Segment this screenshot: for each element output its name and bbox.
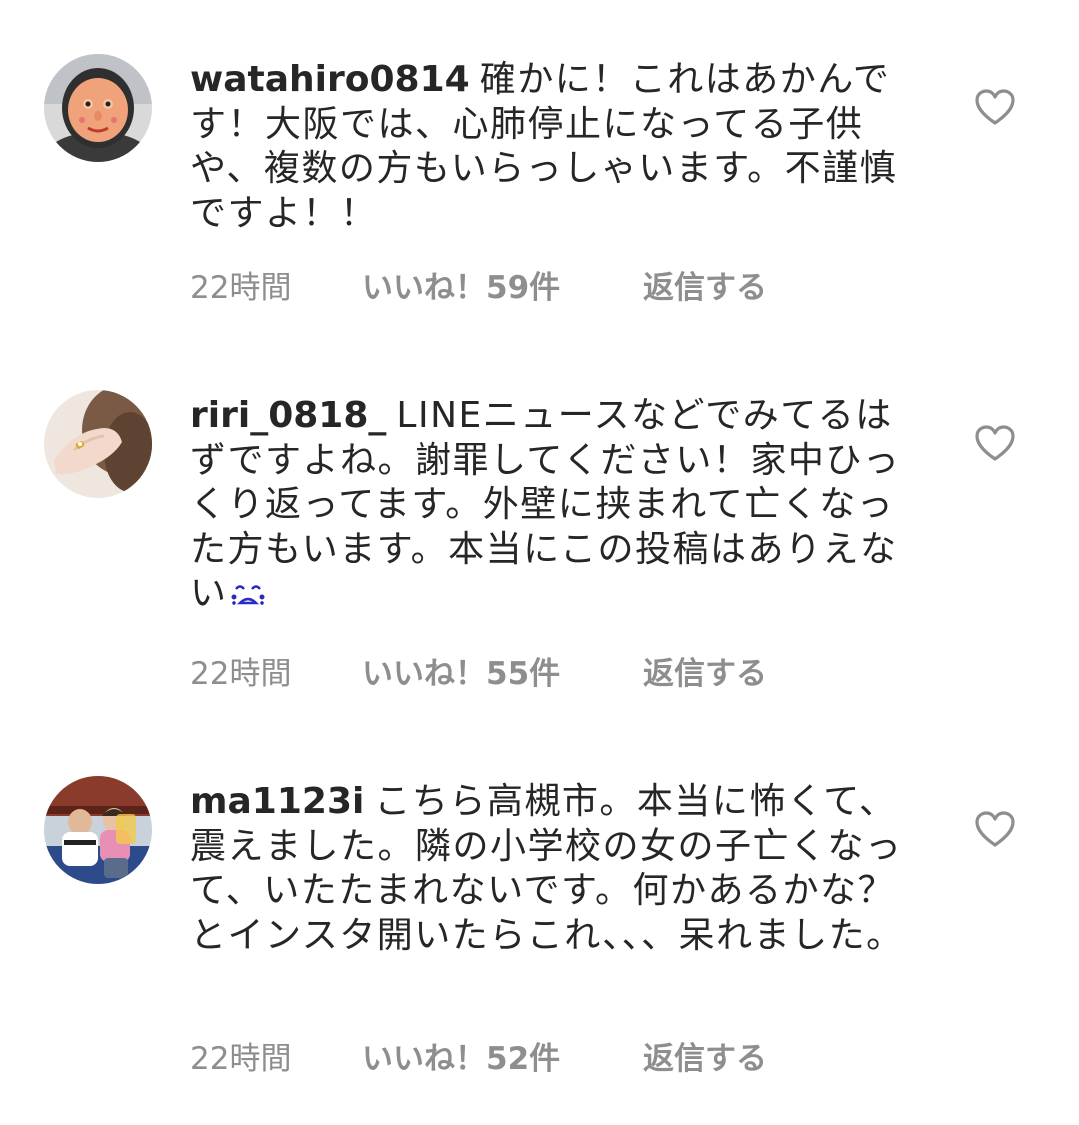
heart-outline-icon bbox=[975, 89, 1015, 125]
like-button[interactable] bbox=[974, 88, 1016, 126]
user-avatar[interactable] bbox=[44, 390, 152, 498]
comment-time: 22時間 bbox=[190, 1041, 292, 1077]
like-button[interactable] bbox=[974, 810, 1016, 848]
comment-time: 22時間 bbox=[190, 270, 292, 306]
comment-username[interactable]: riri_0818_ bbox=[190, 395, 386, 436]
family-photo-avatar-image bbox=[44, 776, 152, 884]
reply-button[interactable]: 返信する bbox=[643, 268, 767, 308]
comment-username[interactable]: watahiro0814 bbox=[190, 59, 470, 100]
reply-button[interactable]: 返信する bbox=[643, 1039, 767, 1079]
heart-outline-icon bbox=[975, 811, 1015, 847]
user-avatar[interactable] bbox=[44, 776, 152, 884]
comment-username[interactable]: ma1123i bbox=[190, 781, 364, 822]
comment-text: watahiro0814 確かに！これはあかんです！大阪では、心肺停止になってる子… bbox=[190, 58, 920, 236]
like-button[interactable] bbox=[974, 424, 1016, 462]
comment-likes[interactable]: いいね！59件 bbox=[362, 268, 560, 308]
comment-text: riri_0818_ LINEニュースなどでみてるはずですよね。謝罪してください！… bbox=[190, 394, 920, 621]
comment-likes[interactable]: いいね！52件 bbox=[362, 1039, 560, 1079]
comment-text: ma1123i こちら高槻市。本当に怖くて、震えました。隣の小学校の女の子亡くなっ… bbox=[190, 780, 920, 958]
comment-time: 22時間 bbox=[190, 656, 292, 692]
crying-face-emoji bbox=[230, 576, 266, 621]
reply-button[interactable]: 返信する bbox=[643, 654, 767, 694]
heart-outline-icon bbox=[975, 425, 1015, 461]
cartoon-face-avatar-image bbox=[44, 54, 152, 162]
user-avatar[interactable] bbox=[44, 54, 152, 162]
hand-with-ring-avatar-image bbox=[44, 390, 152, 498]
comment-likes[interactable]: いいね！55件 bbox=[362, 654, 560, 694]
